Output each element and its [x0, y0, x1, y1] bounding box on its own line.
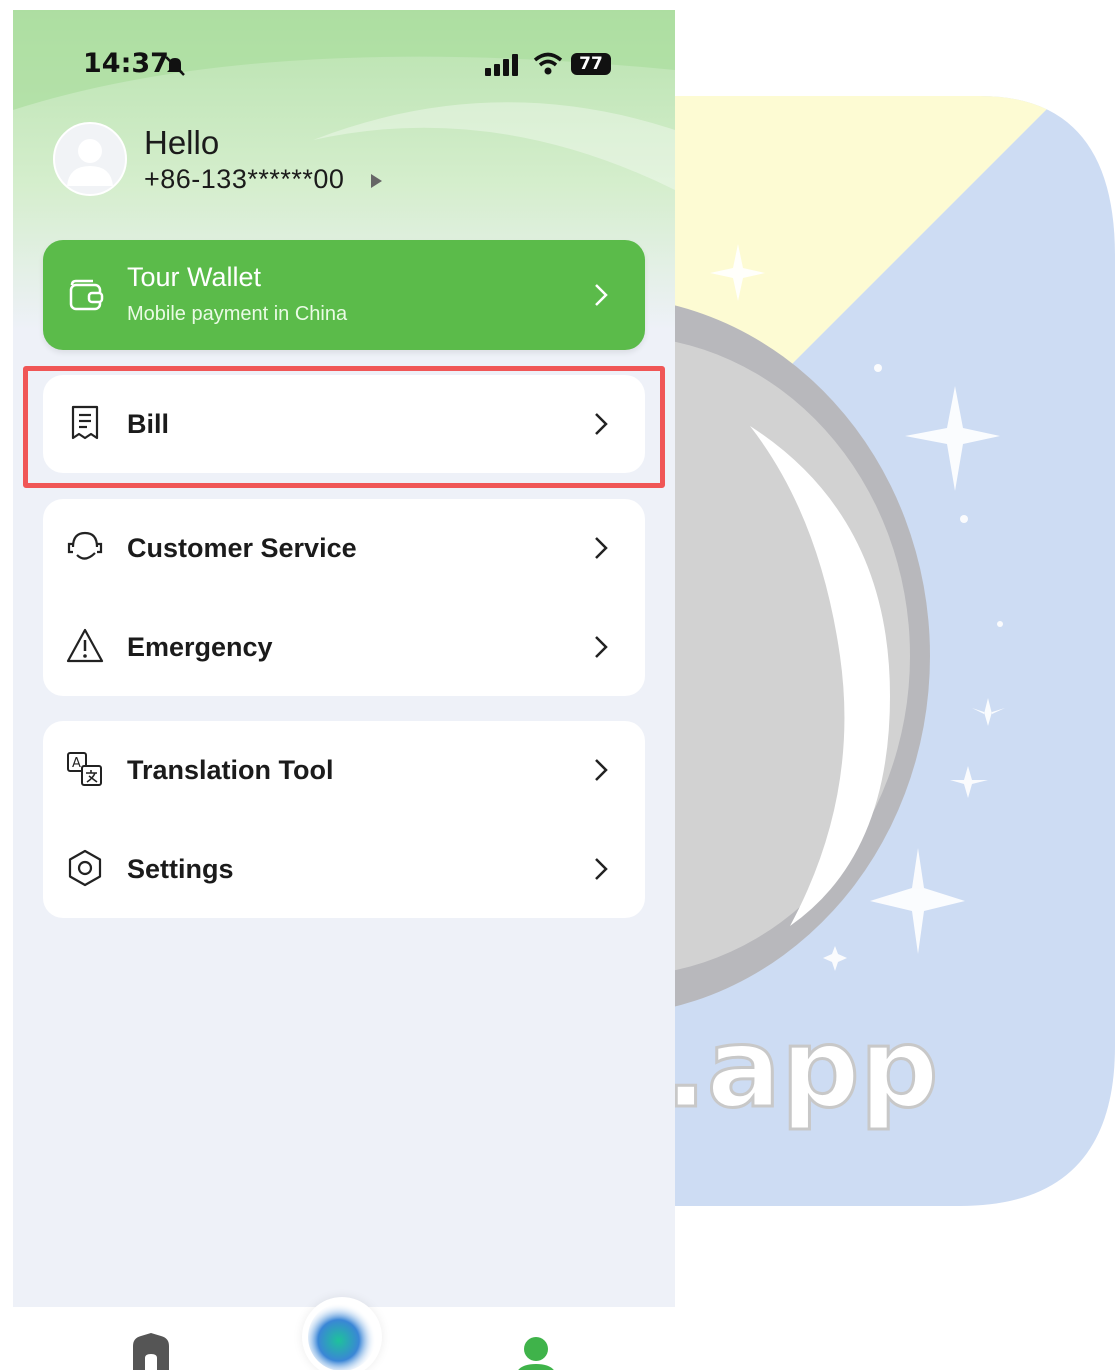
chevron-right-icon — [595, 858, 608, 880]
phone-screen: 14:37 77 Hello +86-133******00 Tour Wall… — [13, 10, 675, 1370]
tour-wallet-card[interactable]: Tour Wallet Mobile payment in China — [43, 240, 645, 350]
home-icon[interactable] — [130, 1332, 172, 1370]
avatar[interactable] — [53, 122, 127, 196]
menu-label-emergency: Emergency — [127, 632, 273, 662]
assistant-orb-icon — [308, 1303, 376, 1370]
menu-item-settings[interactable]: Settings — [43, 820, 645, 918]
menu-item-customer-service[interactable]: Customer Service — [43, 499, 645, 597]
svg-text:A: A — [72, 756, 81, 771]
play-arrow-icon[interactable] — [371, 174, 382, 188]
profile-tab-icon[interactable] — [513, 1336, 559, 1370]
silent-bell-icon — [165, 56, 185, 76]
chevron-right-icon — [595, 537, 608, 559]
chevron-right-icon — [595, 636, 608, 658]
warning-icon — [66, 628, 104, 663]
translate-icon: A — [67, 752, 102, 786]
svg-text:.app: .app — [665, 1004, 939, 1132]
signal-icon — [485, 54, 518, 76]
tools-card: A Translation Tool Settings — [43, 721, 645, 918]
wallet-icon — [69, 279, 104, 311]
assistant-button[interactable] — [302, 1297, 382, 1370]
chevron-right-icon — [595, 284, 608, 306]
menu-label-customer-service: Customer Service — [127, 533, 357, 563]
phone-number[interactable]: +86-133******00 — [144, 164, 344, 195]
menu-item-translation-tool[interactable]: A Translation Tool — [43, 721, 645, 819]
wallet-title: Tour Wallet — [127, 262, 262, 292]
settings-icon — [68, 849, 102, 887]
menu-label-settings: Settings — [127, 854, 234, 884]
battery-level: 77 — [579, 54, 603, 74]
battery-icon: 77 — [571, 53, 611, 75]
support-card: Customer Service Emergency — [43, 499, 645, 696]
menu-item-emergency[interactable]: Emergency — [43, 598, 645, 696]
highlight-box — [23, 366, 665, 488]
greeting: Hello — [144, 124, 220, 161]
headset-icon — [67, 531, 103, 560]
wifi-icon — [533, 52, 563, 75]
menu-label-translation-tool: Translation Tool — [127, 755, 334, 785]
wallet-subtitle: Mobile payment in China — [127, 303, 348, 325]
chevron-right-icon — [595, 759, 608, 781]
status-icons: 77 — [485, 52, 625, 78]
status-time: 14:37 — [83, 48, 169, 79]
